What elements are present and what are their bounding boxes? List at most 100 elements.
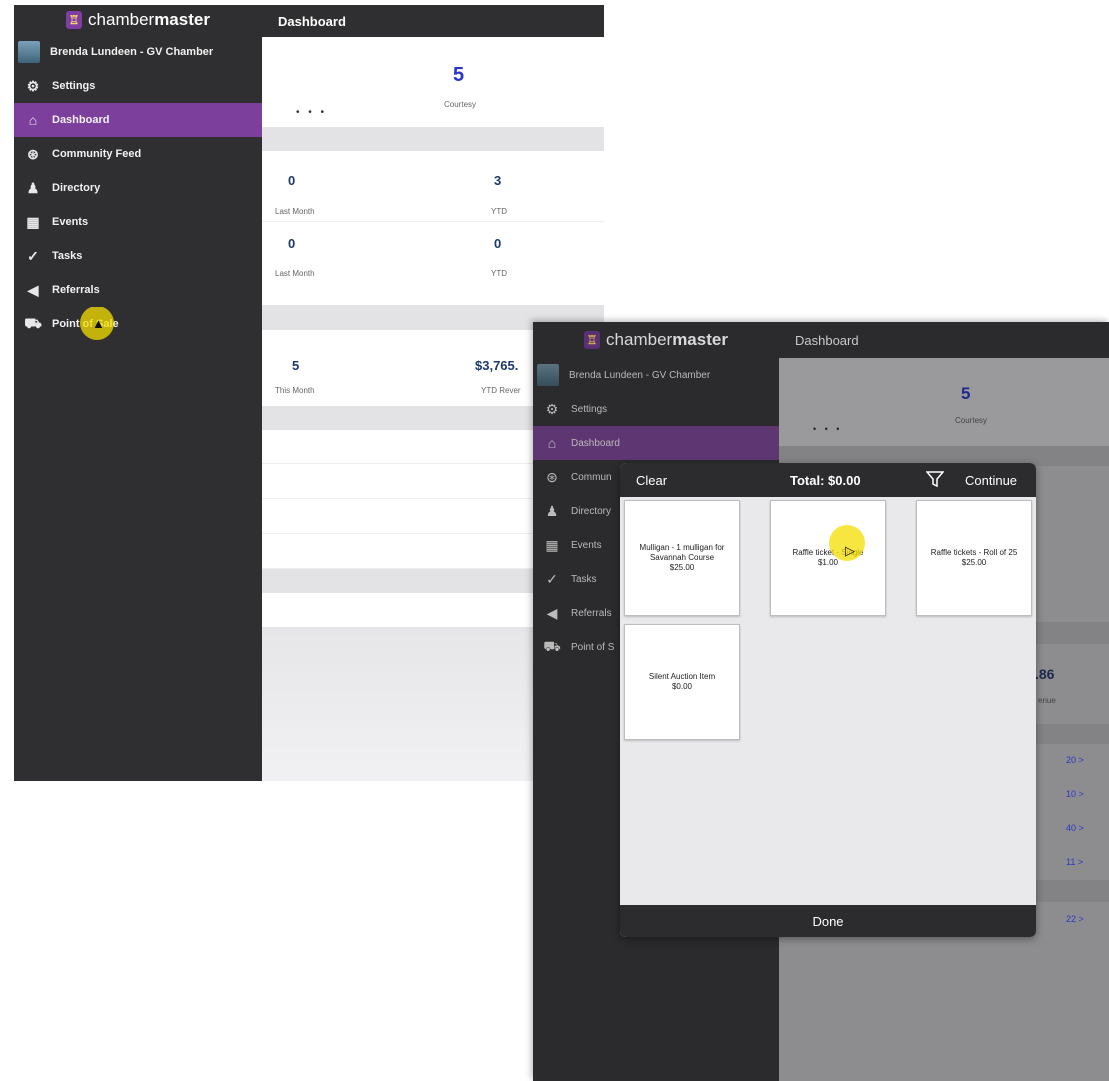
sidebar-item-point-of-sale[interactable]: ⛟ Point of Sale ▲ <box>14 307 262 341</box>
people-icon: ♟ <box>26 179 40 196</box>
stat-value: 3 <box>494 173 502 188</box>
sidebar-item-label: Community Feed <box>52 148 142 160</box>
app-logo: ♖ chambermaster <box>14 5 262 35</box>
courtesy-value: 5 <box>453 64 465 86</box>
sidebar-item-events[interactable]: ▦ Events <box>14 205 262 239</box>
gear-icon: ⚙ <box>26 77 40 94</box>
sidebar-item-dashboard[interactable]: ⌂ Dashboard <box>533 426 779 460</box>
list-count[interactable]: 20 > <box>1066 755 1084 765</box>
megaphone-icon: ◀ <box>27 281 39 298</box>
product-name: Raffle tickets - Roll of 25 <box>930 548 1018 557</box>
sidebar-user[interactable]: Brenda Lundeen - GV Chamber <box>14 35 262 69</box>
sidebar-item-settings[interactable]: ⚙ Settings <box>533 392 779 426</box>
stats-row-1[interactable]: 0 Last Month 3 YTD <box>262 151 604 219</box>
sidebar-item-community-feed[interactable]: ⊛ Community Feed <box>14 137 262 171</box>
list-count[interactable]: 11 > <box>1066 857 1083 867</box>
point-of-sale-screen: ♖ chambermaster Brenda Lundeen - GV Cham… <box>533 322 1109 1081</box>
sidebar-user[interactable]: Brenda Lundeen - GV Chamber <box>533 358 779 392</box>
stats-row-2[interactable]: 0 Last Month 0 YTD <box>262 221 604 305</box>
modal-toolbar: Clear Total: $0.00 Continue <box>620 463 1036 497</box>
sidebar-item-label: Tasks <box>571 573 597 585</box>
user-name: Brenda Lundeen - GV Chamber <box>50 46 214 58</box>
courtesy-card[interactable]: 5 Courtesy • • • <box>779 358 1109 446</box>
filter-icon[interactable] <box>925 470 945 491</box>
stat-label: YTD <box>491 207 507 216</box>
sidebar-item-label: Referrals <box>571 607 612 619</box>
courtesy-label: Courtesy <box>955 416 988 425</box>
list-count[interactable]: 40 > <box>1066 823 1084 833</box>
sidebar-item-directory[interactable]: ♟ Directory <box>14 171 262 205</box>
stat-value: 0 <box>288 173 296 188</box>
user-name: Brenda Lundeen - GV Chamber <box>569 369 711 381</box>
calendar-icon: ▦ <box>26 213 40 230</box>
broadcast-icon: ⊛ <box>546 468 558 485</box>
sidebar-item-settings[interactable]: ⚙ Settings <box>14 69 262 103</box>
sidebar-item-dashboard[interactable]: ⌂ Dashboard <box>14 103 262 137</box>
done-button[interactable]: Done <box>620 905 1036 937</box>
product-tile[interactable]: Raffle ticket - Single $1.00 ▷ <box>770 500 886 616</box>
cart-icon: ⛟ <box>543 637 561 654</box>
product-price: $1.00 <box>817 558 839 567</box>
calendar-icon: ▦ <box>545 536 559 553</box>
stat-label: YTD Rever <box>481 386 521 395</box>
cart-icon: ⛟ <box>24 314 42 331</box>
logo-text-chamber: chamber <box>606 330 673 349</box>
courtesy-card[interactable]: 5 Courtesy • • • <box>262 37 604 127</box>
sidebar: ♖ chambermaster Brenda Lundeen - GV Cham… <box>14 5 262 781</box>
broadcast-icon: ⊛ <box>27 145 39 162</box>
sidebar-item-referrals[interactable]: ◀ Referrals <box>14 273 262 307</box>
sidebar-item-label: Events <box>52 216 89 228</box>
home-icon: ⌂ <box>547 435 557 451</box>
logo-text-master: master <box>672 330 728 349</box>
sidebar-item-label: Dashboard <box>52 114 110 126</box>
stat-value: 0 <box>494 236 502 251</box>
page-dots[interactable]: • • • <box>296 107 327 118</box>
avatar <box>18 41 40 63</box>
sidebar-item-label: Directory <box>571 505 612 517</box>
sidebar-item-tasks[interactable]: ✓ Tasks <box>14 239 262 273</box>
list-count[interactable]: 10 > <box>1066 789 1084 799</box>
sidebar-item-label: Referrals <box>52 284 100 296</box>
sidebar-item-label: Settings <box>52 80 96 92</box>
clear-button[interactable]: Clear <box>636 473 667 488</box>
check-icon: ✓ <box>546 570 558 587</box>
sidebar-item-label: Tasks <box>52 250 83 262</box>
partial-revenue-label: enue <box>1038 696 1056 705</box>
sidebar-item-label: Commun <box>571 471 612 483</box>
total-label: Total: $0.00 <box>790 472 861 488</box>
stat-label: Last Month <box>275 207 315 216</box>
partial-revenue-value: .86 <box>1035 666 1055 682</box>
sidebar-item-label: Events <box>571 539 602 551</box>
stat-value: $3,765. <box>475 358 519 373</box>
page-dots[interactable]: • • • <box>813 424 842 434</box>
product-price: $25.00 <box>669 563 695 572</box>
stat-label: This Month <box>275 386 315 395</box>
list-count[interactable]: 22 > <box>1066 914 1084 924</box>
courtesy-label: Courtesy <box>444 100 477 109</box>
product-name: Mulligan - 1 mulligan for Savannah Cours… <box>639 543 725 562</box>
page-title: Dashboard <box>262 5 604 37</box>
mouse-cursor-icon: ▷ <box>845 543 855 558</box>
product-price: $25.00 <box>961 558 987 567</box>
product-tile[interactable]: Raffle tickets - Roll of 25 $25.00 <box>916 500 1032 616</box>
continue-button[interactable]: Continue <box>965 473 1017 488</box>
dashboard-screen-main: ♖ chambermaster Brenda Lundeen - GV Cham… <box>14 5 604 781</box>
sidebar-item-label: Settings <box>571 403 608 415</box>
megaphone-icon: ◀ <box>546 604 558 621</box>
product-tile[interactable]: Silent Auction Item $0.00 <box>624 624 740 740</box>
mouse-cursor-icon: ▲ <box>92 316 105 331</box>
sidebar-item-label: Point of S <box>571 641 615 653</box>
chamber-logo-icon: ♖ <box>584 331 601 349</box>
stat-label: YTD <box>491 269 507 278</box>
logo-text-chamber: chamber <box>88 10 155 29</box>
avatar <box>537 364 559 386</box>
stat-label: Last Month <box>275 269 315 278</box>
check-icon: ✓ <box>27 247 39 264</box>
divider <box>262 127 604 151</box>
product-tile[interactable]: Mulligan - 1 mulligan for Savannah Cours… <box>624 500 740 616</box>
product-name: Silent Auction Item <box>648 672 716 681</box>
stat-value: 5 <box>292 358 300 373</box>
courtesy-value: 5 <box>961 384 971 403</box>
sidebar-item-label: Directory <box>52 182 101 194</box>
app-logo: ♖ chambermaster <box>533 322 779 358</box>
